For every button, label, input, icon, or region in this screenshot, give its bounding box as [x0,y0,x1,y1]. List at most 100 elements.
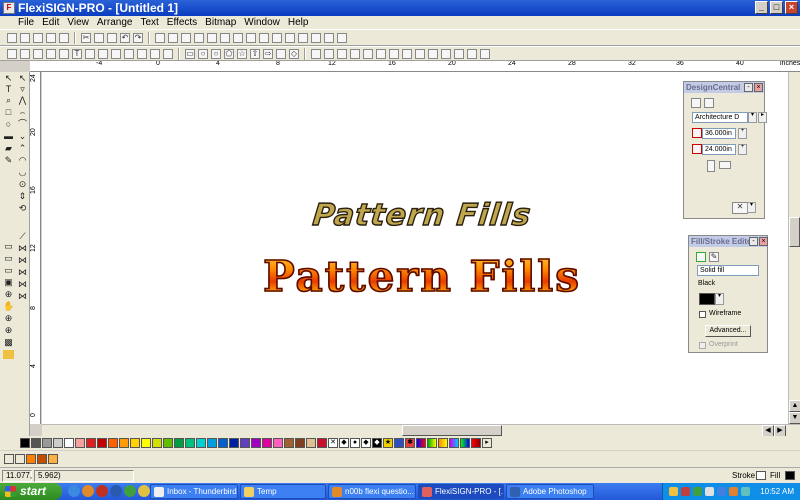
contour-icon[interactable] [124,48,134,59]
break-icon[interactable] [467,48,477,59]
horizontal-scrollbar[interactable]: ◀ ▶ [42,424,800,437]
zoom-in-icon[interactable] [155,32,165,43]
align-middle-icon[interactable] [363,48,373,59]
swatch-gradient3[interactable] [438,438,448,448]
swatch-darkgray[interactable] [31,438,41,448]
swatch-teal[interactable] [185,438,195,448]
custom-swatch-orange[interactable] [26,454,36,464]
swatch-pattern6[interactable]: ★ [383,438,393,448]
swatch-skyblue[interactable] [207,438,217,448]
fill-icon[interactable] [150,48,160,59]
align-top-icon[interactable] [350,48,360,59]
tray-icon[interactable] [669,487,678,496]
color-bar-icon[interactable]: ▬ [3,132,14,141]
hand-icon[interactable]: ✋ [3,302,14,311]
ellipse-icon[interactable]: ○ [198,48,208,59]
menu-help[interactable]: Help [284,16,313,29]
copy-icon[interactable] [94,32,104,43]
swatch-red[interactable] [86,438,96,448]
overprint-checkbox[interactable] [699,342,706,349]
eyedropper-icon[interactable]: ⟋ [17,232,28,241]
color-icon[interactable] [285,32,295,43]
cutter-icon[interactable]: ▭ [3,266,14,275]
fill-swatch[interactable] [785,471,795,480]
preset-arrow-icon[interactable]: ▾ [748,112,757,123]
swatch-purple[interactable] [251,438,261,448]
stroke-tab-icon[interactable]: ✎ [709,252,719,262]
fill-bucket-icon[interactable]: ▰ [3,144,14,153]
vertical-scroll-thumb[interactable] [789,217,800,247]
task-thunderbird[interactable]: Inbox - Thunderbird [150,484,238,499]
design-canvas[interactable]: Pattern Fills Pattern Fills [42,72,788,424]
swatch-hotpink[interactable] [273,438,283,448]
flip-icon[interactable]: ⇕ [17,192,28,201]
align-right-icon[interactable] [337,48,347,59]
desktop-icon[interactable] [124,485,136,497]
task-photoshop[interactable]: Adobe Photoshop [506,484,594,499]
grid-icon[interactable] [220,32,230,43]
color-palette-icon[interactable]: ▩ [3,338,14,347]
ie-icon[interactable] [68,485,80,497]
swatch-orange[interactable] [108,438,118,448]
measure-icon[interactable]: ⋈ [17,268,28,277]
swatch-violet[interactable] [240,438,250,448]
align-icon[interactable] [33,48,43,59]
pencil-icon[interactable]: ✎ [3,156,14,165]
rounded-rect-icon[interactable] [276,48,286,59]
wireframe-checkbox[interactable] [699,311,706,318]
magnify-icon[interactable]: ⊕ [3,290,14,299]
tray-icon[interactable] [705,487,714,496]
preset-next-icon[interactable]: ▸ [758,112,767,123]
task-firefox[interactable]: n00b flexi questio... [328,484,416,499]
panel-minimize-icon[interactable]: - [744,83,753,92]
scroll-down-icon[interactable]: ▼ [789,412,800,424]
color-dropdown-icon[interactable]: ▾ [715,293,724,305]
menu-edit[interactable]: Edit [38,16,63,29]
star-icon[interactable]: ☆ [237,48,247,59]
swatch-cyan[interactable] [196,438,206,448]
zoom-out-icon[interactable] [168,32,178,43]
swatch-crimson[interactable] [317,438,327,448]
ungroup-icon[interactable] [428,48,438,59]
landscape-icon[interactable] [719,161,731,169]
output-icon[interactable] [298,32,308,43]
swatch-darkgreen[interactable] [174,438,184,448]
menu-arrange[interactable]: Arrange [93,16,137,29]
circle-icon[interactable]: ○ [211,48,221,59]
page-layout-icon[interactable] [704,98,714,108]
arrow-up-icon[interactable]: ⇧ [250,48,260,59]
zoom-extents-icon[interactable]: ⊕ [3,326,14,335]
swatch-magenta[interactable] [262,438,272,448]
custom-swatch[interactable] [15,454,25,464]
custom-swatch[interactable] [4,454,14,464]
kern-icon[interactable] [98,48,108,59]
swatch-gradient1[interactable] [416,438,426,448]
redo-icon[interactable]: ↷ [133,32,143,43]
distort-icon[interactable]: ⌄ [17,132,28,141]
shadow-icon[interactable]: ◡ [17,168,28,177]
volume-icon[interactable] [741,487,750,496]
combine-icon[interactable] [454,48,464,59]
group-icon[interactable] [415,48,425,59]
scroll-up-icon[interactable]: ▲ [789,400,800,412]
no-preview-icon[interactable]: ✕ [732,202,748,214]
nodes-icon[interactable] [272,32,282,43]
swatch-gold[interactable] [130,438,140,448]
bezier-icon[interactable] [59,48,69,59]
preview-dropdown-icon[interactable]: ▾ [747,202,756,213]
swatch-green[interactable] [163,438,173,448]
binoculars-icon[interactable] [441,48,451,59]
rip-icon[interactable] [324,32,334,43]
portrait-icon[interactable] [707,160,715,172]
spell-check-icon[interactable] [207,32,217,43]
pen-icon[interactable] [111,48,121,59]
close-button[interactable]: × [785,1,798,14]
swatch-pattern5[interactable]: ◆ [372,438,382,448]
open-icon[interactable] [20,32,30,43]
swatch-pattern8[interactable]: ✱ [405,438,415,448]
swatch-gradient5[interactable] [460,438,470,448]
width-spinner[interactable]: + [738,128,747,139]
page-setup-icon[interactable] [691,98,701,108]
height-field[interactable]: 24.000in [702,144,736,155]
ellipse-tool-icon[interactable]: ○ [3,120,14,129]
